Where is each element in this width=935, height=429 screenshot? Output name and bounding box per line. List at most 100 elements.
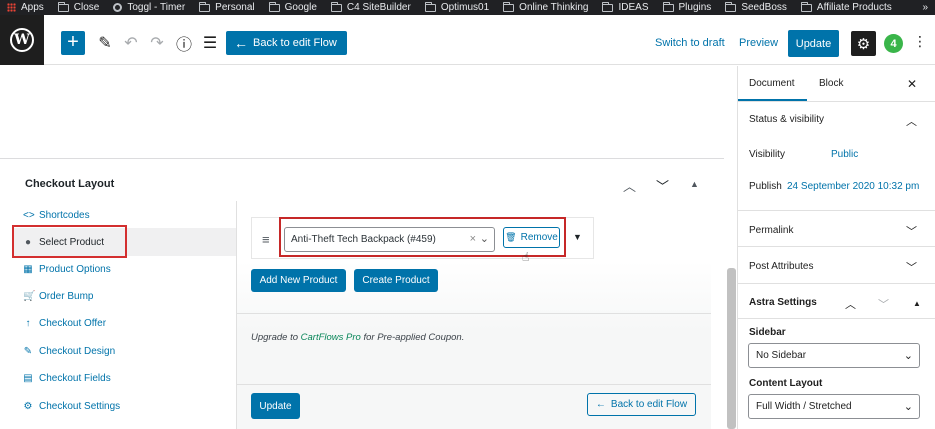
tab-checkout-offer[interactable]: ↑ Checkout Offer [23,313,107,333]
divider [237,384,711,385]
metabox-update-button[interactable]: Update [251,393,300,419]
arrow-left-icon: ← [595,399,606,410]
redo-icon[interactable]: ↷ [145,31,169,55]
chevron-down-icon[interactable]: ﹀ [906,259,917,275]
folder-icon [330,1,342,12]
move-up-chevron-icon[interactable]: ︿ [623,176,636,195]
bookmark-c4-sitebuilder[interactable]: C4 SiteBuilder [324,0,418,15]
add-block-button[interactable]: + [61,31,85,55]
switch-to-draft-link[interactable]: Switch to draft [655,37,725,49]
more-options-icon[interactable]: ⋮ [913,33,927,50]
undo-icon[interactable]: ↶ [119,31,143,55]
move-down-chevron-icon[interactable]: ﹀ [656,176,669,195]
permalink-heading[interactable]: Permalink [749,225,793,236]
product-row-caret-icon[interactable]: ▼ [573,232,582,242]
content-layout-select[interactable]: Full Width / Stretched ⌄ [748,394,920,419]
folder-icon [268,1,280,12]
tab-product-options[interactable]: ▦ Product Options [23,259,110,279]
edit-tool-icon[interactable]: ✎ [93,31,117,55]
info-icon[interactable]: ⓘ [172,31,196,55]
update-button[interactable]: Update [788,30,839,57]
create-product-button[interactable]: Create Product [354,269,438,292]
astra-settings-heading[interactable]: Astra Settings [749,297,817,308]
tab-shortcodes[interactable]: <> Shortcodes [23,205,90,225]
wordpress-logo-button[interactable]: W [0,15,44,65]
bookmark-google[interactable]: Google [262,0,324,15]
table-icon: ▤ [23,372,33,384]
metabox-title: Checkout Layout [25,178,115,190]
scrollbar[interactable] [727,268,736,429]
divider [738,210,935,211]
sidebar-setting-label: Sidebar [749,327,786,338]
bookmark-personal[interactable]: Personal [192,0,261,15]
chevron-up-icon[interactable]: ︿ [845,296,856,312]
hand-cursor-icon: ☝ [522,250,530,264]
bookmark-apps[interactable]: Apps [0,0,51,15]
folder-icon [503,1,515,12]
folder-icon [199,1,211,12]
bookmark-ideas[interactable]: IDEAS [595,0,655,15]
divider [738,246,935,247]
chevron-down-icon: ⌄ [903,401,913,413]
tab-checkout-design[interactable]: ✎ Checkout Design [23,341,115,361]
collapse-caret-icon[interactable]: ▲ [913,299,921,308]
upgrade-notice: Upgrade to CartFlows Pro for Pre-applied… [251,332,465,343]
wordpress-logo-icon: W [10,28,34,52]
tab-checkout-settings[interactable]: ⚙ Checkout Settings [23,396,121,416]
settings-gear-icon[interactable]: ⚙ [851,31,876,56]
chevron-down-icon[interactable]: ﹀ [878,296,889,312]
divider [738,101,935,102]
apps-grid-icon [7,3,16,12]
bookmark-plugins[interactable]: Plugins [656,0,719,15]
sidebar-layout-select[interactable]: No Sidebar ⌄ [748,343,920,368]
block-navigation-icon[interactable]: ☰ [198,31,222,55]
tab-document[interactable]: Document [749,78,795,89]
visibility-label: Visibility [749,149,785,160]
brush-icon: ✎ [23,345,33,357]
cartflows-pro-link[interactable]: CartFlows Pro [301,332,361,343]
editor-toolbar: W + ✎ ↶ ↷ ⓘ ☰ ← Back to edit Flow Switch … [0,15,935,65]
chevron-down-icon[interactable]: ﹀ [906,223,917,239]
folder-icon [602,1,614,12]
bookmark-toggl[interactable]: Toggl - Timer [106,0,192,15]
toggl-icon [113,3,123,12]
back-to-flow-bottom-button[interactable]: ← Back to edit Flow [587,393,696,416]
gear-icon: ⚙ [23,400,33,412]
highlight-select-product [12,225,127,258]
status-visibility-heading[interactable]: Status & visibility [749,114,824,125]
divider [237,313,711,314]
bookmark-seedboss[interactable]: SeedBoss [718,0,794,15]
add-new-product-button[interactable]: Add New Product [251,269,346,292]
divider [738,283,935,284]
bookmark-online-thinking[interactable]: Online Thinking [496,0,595,15]
post-attributes-heading[interactable]: Post Attributes [749,261,813,272]
visibility-value-link[interactable]: Public [831,149,858,160]
bookmarks-bar: Apps Close Toggl - Timer Personal Google… [0,0,935,15]
tab-order-bump[interactable]: 🛒 Order Bump [23,286,93,306]
publish-label: Publish [749,181,782,192]
cart-icon: 🛒 [23,290,36,302]
folder-icon [662,1,674,12]
folder-icon [800,1,812,12]
bookmark-optimus01[interactable]: Optimus01 [418,0,496,15]
folder-icon [424,1,436,12]
drag-handle-icon[interactable]: ≡ [262,232,270,247]
chevron-up-icon[interactable]: ︿ [906,113,917,129]
code-icon: <> [23,209,35,221]
chevron-down-icon: ⌄ [903,350,913,362]
back-to-flow-button[interactable]: ← Back to edit Flow [226,31,347,55]
tab-block[interactable]: Block [819,78,843,89]
bookmark-close[interactable]: Close [51,0,107,15]
arrow-up-icon: ↑ [25,317,31,329]
preview-link[interactable]: Preview [739,37,778,49]
bookmark-affiliate-products[interactable]: Affiliate Products [794,0,899,15]
collapse-caret-icon[interactable]: ▲ [690,179,699,189]
grid-icon: ▦ [23,263,33,275]
content-layout-label: Content Layout [749,378,823,389]
bookmarks-overflow-button[interactable]: » [915,0,935,15]
tab-checkout-fields[interactable]: ▤ Checkout Fields [23,368,110,388]
publish-date-link[interactable]: 24 September 2020 10:32 pm [787,181,919,192]
close-icon[interactable]: ✕ [907,77,917,91]
jetpack-bolt-icon[interactable]: 4 [884,34,903,53]
arrow-left-icon: ← [234,35,248,51]
